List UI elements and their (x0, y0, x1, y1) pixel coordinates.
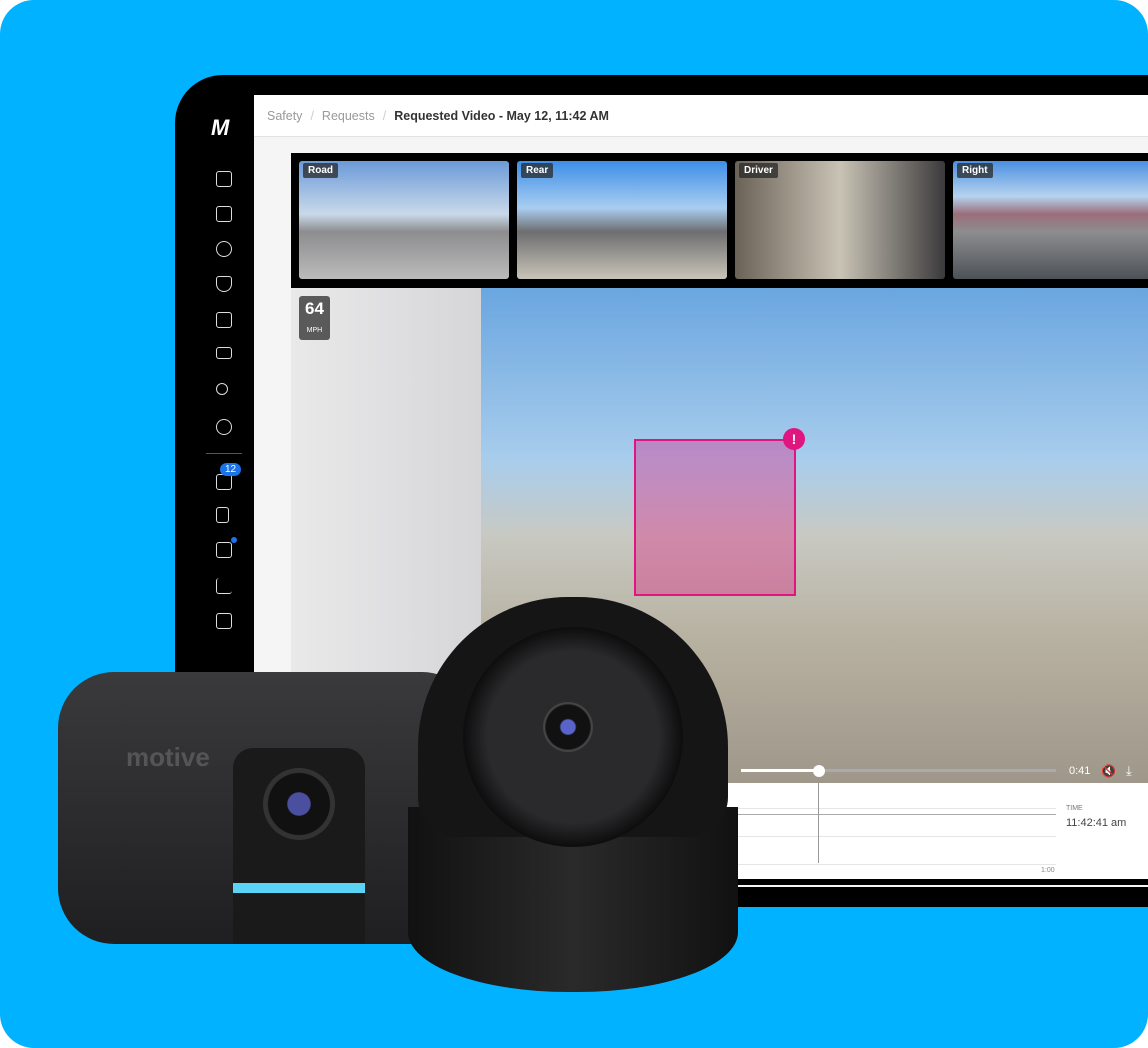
progress-fill (741, 769, 819, 772)
thumb-rear[interactable]: Rear (517, 161, 727, 279)
dashcam-lens (263, 768, 335, 840)
trend-icon[interactable] (216, 578, 232, 594)
thumb-right[interactable]: Right (953, 161, 1148, 279)
divider (206, 453, 242, 454)
time-label: TIME (1066, 805, 1083, 812)
breadcrumb-requests[interactable]: Requests (322, 109, 375, 123)
bag-icon[interactable] (216, 613, 232, 629)
chart-icon[interactable] (216, 206, 232, 222)
notification-dot (231, 537, 237, 543)
message-badge: 12 (220, 463, 242, 476)
download-icon[interactable]: ⤓ (1126, 763, 1132, 779)
motive-brand: motive (126, 742, 210, 772)
graph-cursor (818, 783, 819, 863)
breadcrumb-safety[interactable]: Safety (267, 109, 302, 123)
dome-camera-device (408, 597, 738, 992)
clock-icon[interactable] (216, 241, 232, 257)
breadcrumb: Safety / Requests / Requested Video - May … (254, 95, 1148, 137)
graph-end-label: 1:00 (1041, 867, 1055, 874)
detection-box (634, 439, 796, 596)
wrench-icon[interactable] (216, 383, 228, 395)
shield-icon[interactable] (216, 276, 232, 292)
boxes-icon[interactable] (216, 542, 232, 558)
card-icon[interactable] (216, 347, 232, 359)
mute-icon[interactable]: 🔇 (1101, 764, 1116, 778)
page-title: Requested Video - May 12, 11:42 AM (394, 108, 609, 123)
current-time: 0:41 (1069, 764, 1091, 777)
time-value: 11:42:41 am (1066, 817, 1127, 829)
speed-badge: 64 MPH (299, 296, 330, 340)
alert-icon: ! (783, 428, 805, 450)
dome-camera-lens (543, 702, 593, 752)
thumb-road[interactable]: Road (299, 161, 509, 279)
tag-icon[interactable] (216, 419, 232, 435)
message-icon[interactable] (216, 474, 232, 490)
fuel-icon[interactable] (216, 312, 232, 328)
background: M 12 Safety / Requests / Requested Video -… (0, 0, 1148, 1048)
document-icon[interactable] (216, 507, 229, 523)
map-pin-icon[interactable] (216, 171, 232, 187)
motive-logo: M (211, 115, 229, 140)
scrubber-handle[interactable] (813, 764, 825, 777)
thumb-driver[interactable]: Driver (735, 161, 945, 279)
led-strip (233, 883, 365, 893)
